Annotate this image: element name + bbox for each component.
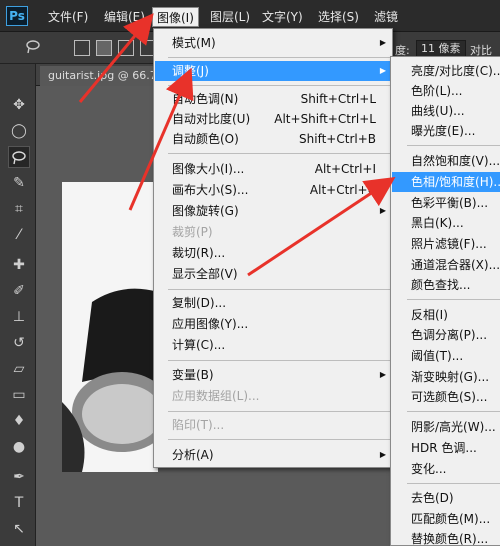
quick-selection-icon[interactable]: ✎: [8, 172, 30, 194]
submenu-item-levels[interactable]: 色阶(L)...: [411, 81, 463, 101]
submenu-arrow-icon: ▶: [379, 370, 386, 379]
adjustments-submenu: 亮度/对比度(C)... 色阶(L)... 曲线(U)... 曝光度(E)...…: [390, 56, 500, 546]
submenu-item-vibrance[interactable]: 自然饱和度(V)...: [411, 151, 500, 171]
menu-separator: [168, 289, 390, 290]
menu-separator: [168, 85, 390, 86]
menu-separator: [407, 299, 500, 300]
submenu-item-photo-filter[interactable]: 照片滤镜(F)...: [411, 234, 487, 254]
menu-item-apply-image[interactable]: 应用图像(Y)...: [172, 314, 248, 334]
submenu-item-hdr-toning[interactable]: HDR 色调...: [411, 438, 477, 458]
shortcut-text: Shift+Ctrl+L: [300, 92, 376, 106]
menu-item-apply-data-set: 应用数据组(L)...: [172, 389, 260, 403]
menu-separator: [168, 439, 390, 440]
menu-type[interactable]: 文字(Y): [258, 7, 307, 27]
submenu-item-channel-mixer[interactable]: 通道混合器(X)...: [411, 255, 500, 275]
menu-select[interactable]: 选择(S): [314, 7, 363, 27]
submenu-item-exposure[interactable]: 曝光度(E)...: [411, 121, 475, 141]
guitarist-photo: [62, 182, 158, 472]
eyedropper-icon[interactable]: ⁄: [8, 224, 30, 246]
submenu-item-brightness-contrast[interactable]: 亮度/对比度(C)...: [411, 61, 500, 81]
crop-tool-icon[interactable]: ⌗: [8, 198, 30, 220]
menu-edit[interactable]: 编辑(E): [100, 7, 149, 27]
menu-separator: [407, 145, 500, 146]
type-tool-icon[interactable]: T: [8, 492, 30, 514]
menu-filter[interactable]: 滤镜: [370, 7, 402, 27]
healing-brush-icon[interactable]: ✚: [8, 254, 30, 276]
submenu-item-desaturate[interactable]: 去色(D): [411, 488, 454, 508]
submenu-item-curves[interactable]: 曲线(U)...: [411, 101, 465, 121]
menu-item-auto-tone[interactable]: 自动色调(N): [172, 89, 238, 109]
brush-tool-icon[interactable]: ✐: [8, 280, 30, 302]
submenu-arrow-icon: ▶: [379, 206, 386, 215]
menu-item-mode[interactable]: 模式(M): [172, 33, 216, 53]
submenu-item-selective-color[interactable]: 可选颜色(S)...: [411, 387, 487, 407]
submenu-item-posterize[interactable]: 色调分离(P)...: [411, 325, 487, 345]
menu-item-trim[interactable]: 裁切(R)...: [172, 243, 225, 263]
menu-separator: [168, 360, 390, 361]
menu-item-crop: 裁剪(P): [172, 225, 213, 239]
image-menu-dropdown: 模式(M) ▶ 调整(J) ▶ 自动色调(N) Shift+Ctrl+L 自动对…: [153, 28, 393, 468]
menu-image[interactable]: 图像(I): [152, 7, 199, 27]
menu-item-trap: 陷印(T)...: [172, 418, 225, 432]
tools-panel: ✥ ◯ ✎ ⌗ ⁄ ✚ ✐ ⊥ ↺ ▱ ▭ ♦ ● ✒ T ↖: [0, 64, 36, 546]
shortcut-text: Shift+Ctrl+B: [299, 132, 376, 146]
history-brush-icon[interactable]: ↺: [8, 332, 30, 354]
subtract-selection-icon[interactable]: [118, 40, 134, 56]
submenu-arrow-icon: ▶: [379, 38, 386, 47]
blur-tool-icon[interactable]: ♦: [8, 410, 30, 432]
submenu-item-hue-saturation[interactable]: 色相/饱和度(H)...: [411, 172, 500, 192]
menu-layer[interactable]: 图层(L): [206, 7, 254, 27]
marquee-tool-icon[interactable]: ◯: [8, 120, 30, 142]
lasso-tool-icon[interactable]: [8, 146, 30, 168]
menu-item-adjustments[interactable]: 调整(J): [172, 61, 209, 81]
menu-separator: [168, 57, 390, 58]
dodge-tool-icon[interactable]: ●: [8, 436, 30, 458]
menu-separator: [168, 411, 390, 412]
path-selection-icon[interactable]: ↖: [8, 518, 30, 540]
menu-item-analysis[interactable]: 分析(A): [172, 445, 214, 465]
menu-item-auto-contrast[interactable]: 自动对比度(U): [172, 109, 250, 129]
submenu-arrow-icon: ▶: [379, 450, 386, 459]
submenu-item-invert[interactable]: 反相(I): [411, 305, 448, 325]
menu-item-calculations[interactable]: 计算(C)...: [172, 335, 225, 355]
shortcut-text: Alt+Ctrl+I: [314, 162, 376, 176]
new-selection-icon[interactable]: [74, 40, 90, 56]
submenu-item-threshold[interactable]: 阈值(T)...: [411, 346, 463, 366]
menu-item-variables[interactable]: 变量(B): [172, 365, 214, 385]
clone-stamp-icon[interactable]: ⊥: [8, 306, 30, 328]
menu-item-canvas-size[interactable]: 画布大小(S)...: [172, 180, 248, 200]
menu-separator: [407, 411, 500, 412]
menu-item-reveal-all[interactable]: 显示全部(V): [172, 264, 238, 284]
shortcut-text: Alt+Ctrl+C: [309, 183, 376, 197]
add-selection-icon[interactable]: [96, 40, 112, 56]
submenu-item-match-color[interactable]: 匹配颜色(M)...: [411, 509, 490, 529]
move-tool-icon[interactable]: ✥: [8, 94, 30, 116]
photoshop-logo: Ps: [6, 6, 28, 26]
submenu-item-gradient-map[interactable]: 渐变映射(G)...: [411, 367, 489, 387]
submenu-arrow-icon: ▶: [379, 66, 386, 75]
menu-item-auto-color[interactable]: 自动颜色(O): [172, 129, 239, 149]
submenu-item-color-lookup[interactable]: 颜色查找...: [411, 275, 470, 295]
menu-file[interactable]: 文件(F): [44, 7, 92, 27]
submenu-item-replace-color[interactable]: 替换颜色(R)...: [411, 529, 488, 545]
pen-tool-icon[interactable]: ✒: [8, 466, 30, 488]
menu-item-duplicate[interactable]: 复制(D)...: [172, 293, 226, 313]
menu-item-image-size[interactable]: 图像大小(I)...: [172, 159, 244, 179]
lasso-options-icon[interactable]: [22, 36, 44, 58]
eraser-tool-icon[interactable]: ▱: [8, 358, 30, 380]
menu-separator: [168, 153, 390, 154]
submenu-item-black-white[interactable]: 黑白(K)...: [411, 213, 464, 233]
menu-item-image-rotation[interactable]: 图像旋转(G): [172, 201, 239, 221]
photo-canvas[interactable]: [62, 182, 158, 472]
menu-separator: [407, 483, 500, 484]
submenu-item-color-balance[interactable]: 色彩平衡(B)...: [411, 193, 488, 213]
submenu-item-shadows-highlights[interactable]: 阴影/高光(W)...: [411, 417, 496, 437]
submenu-item-variations[interactable]: 变化...: [411, 459, 446, 479]
shortcut-text: Alt+Shift+Ctrl+L: [274, 112, 376, 126]
gradient-tool-icon[interactable]: ▭: [8, 384, 30, 406]
